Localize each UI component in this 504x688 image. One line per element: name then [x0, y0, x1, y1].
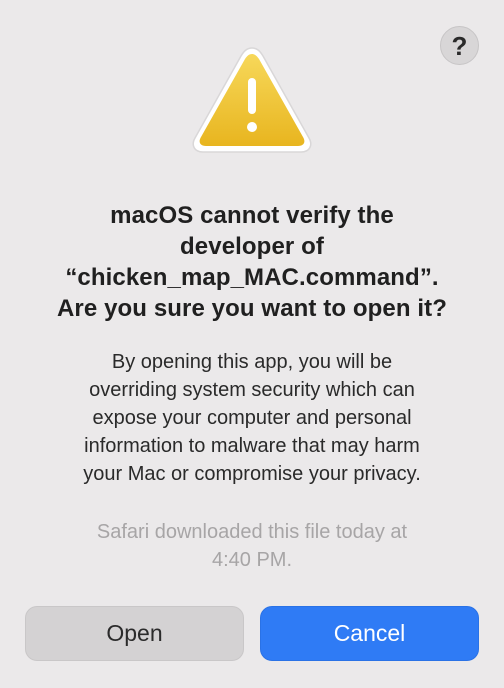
help-button[interactable]: ?	[440, 26, 479, 65]
alert-title-line: “chicken_map_MAC.command”.	[65, 264, 439, 291]
alert-message-line: By opening this app, you will be	[111, 351, 393, 373]
warning-triangle-icon	[192, 47, 312, 153]
cancel-button[interactable]: Cancel	[260, 606, 479, 661]
download-source-line: Safari downloaded this file today at	[96, 521, 408, 543]
alert-message-line: your Mac or compromise your privacy.	[83, 463, 421, 485]
download-source-line: 4:40 PM.	[211, 549, 293, 571]
alert-title-line: Are you sure you want to open it?	[57, 295, 447, 322]
alert-title: macOS cannot verify the developer of “ch…	[0, 200, 504, 324]
security-alert-dialog: ? macOS cannot verify the developer of “…	[0, 0, 504, 688]
alert-message: By opening this app, you will be overrid…	[0, 348, 504, 488]
alert-message-line: overriding system security which can	[89, 379, 415, 401]
alert-title-line: macOS cannot verify the	[110, 202, 394, 229]
alert-message-line: expose your computer and personal	[92, 407, 412, 429]
question-mark-icon: ?	[451, 30, 468, 61]
alert-message-line: information to malware that may harm	[84, 435, 420, 457]
download-source-note: Safari downloaded this file today at 4:4…	[0, 518, 504, 574]
open-button[interactable]: Open	[25, 606, 244, 661]
alert-title-line: developer of	[180, 233, 324, 260]
